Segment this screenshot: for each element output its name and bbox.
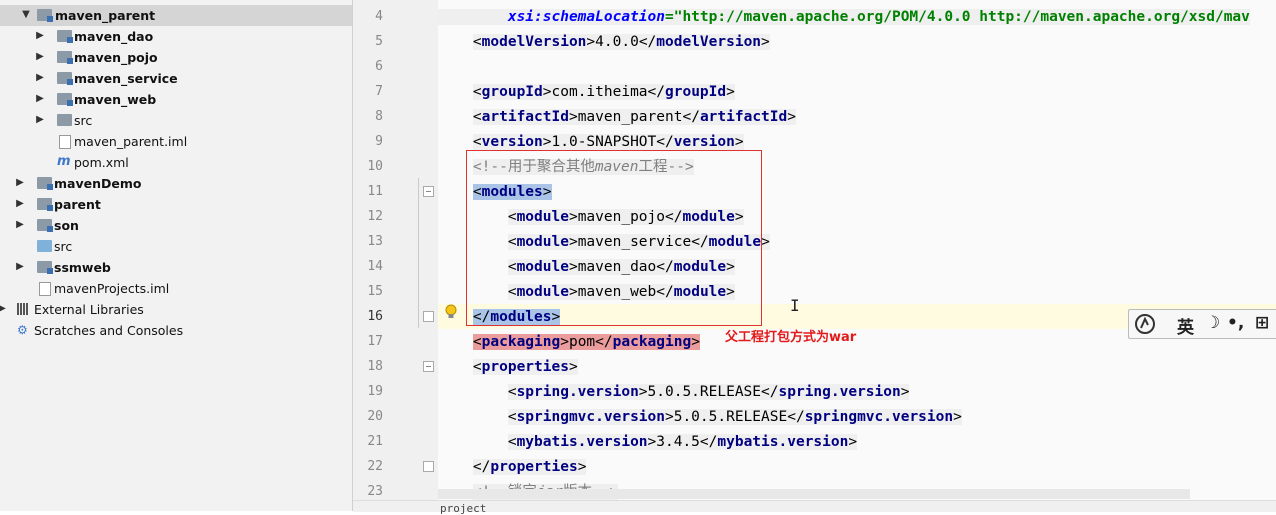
module-folder-icon [57, 30, 73, 43]
tree-item-son[interactable]: ▶ son [0, 215, 352, 236]
fold-marker-icon[interactable] [423, 461, 434, 472]
line-number: 11 [367, 184, 383, 199]
fold-marker-icon[interactable] [423, 361, 434, 372]
code-line-4: xsi:schemaLocation="http://maven.apache.… [438, 6, 1250, 28]
ime-punctuation-icon[interactable]: •, [1227, 313, 1244, 333]
chevron-right-icon[interactable]: ▶ [14, 197, 26, 211]
module-folder-icon [37, 219, 53, 232]
chevron-right-icon[interactable]: ▶ [34, 113, 46, 127]
chevron-right-icon[interactable]: ▶ [34, 29, 46, 43]
text-cursor-icon: I [790, 296, 800, 315]
line-number: 22 [367, 459, 383, 474]
code-line-17: <packaging>pom</packaging> [472, 334, 700, 350]
ime-logo-icon [1135, 314, 1155, 334]
line-number: 12 [367, 209, 383, 224]
horizontal-scrollbar[interactable] [438, 489, 1190, 499]
tree-item-pom-xml[interactable]: m pom.xml [0, 152, 352, 173]
line-number: 20 [367, 409, 383, 424]
project-tree: ▼ maven_parent ▶ maven_dao ▶ maven_pojo … [0, 0, 353, 511]
line-number: 13 [367, 234, 383, 249]
tree-item-external-libraries[interactable]: ▶ External Libraries [0, 299, 352, 320]
line-number: 17 [367, 334, 383, 349]
chevron-right-icon[interactable]: ▶ [34, 71, 46, 85]
chevron-right-icon[interactable]: ▶ [0, 302, 8, 316]
line-number: 15 [367, 284, 383, 299]
ime-language-toggle[interactable]: 英 [1177, 313, 1194, 338]
tree-item-src[interactable]: ▶ src [0, 110, 352, 131]
line-number: 19 [367, 384, 383, 399]
module-folder-icon [57, 72, 73, 85]
line-number: 21 [367, 434, 383, 449]
line-number: 8 [375, 109, 383, 124]
breadcrumb[interactable]: project [440, 502, 486, 515]
module-folder-icon [37, 9, 53, 22]
line-number: 9 [375, 134, 383, 149]
tree-item-maven-parent[interactable]: ▼ maven_parent [0, 5, 352, 26]
fold-marker-icon[interactable] [423, 311, 434, 322]
tree-item-mavendemo[interactable]: ▶ mavenDemo [0, 173, 352, 194]
module-folder-icon [37, 261, 53, 274]
chevron-right-icon[interactable]: ▶ [14, 260, 26, 274]
scratches-icon: ⚙ [17, 323, 28, 337]
indent-guide [418, 178, 419, 328]
tree-item-ssmweb[interactable]: ▶ ssmweb [0, 257, 352, 278]
maven-file-icon: m [57, 154, 71, 169]
tree-item-maven-parent-iml[interactable]: maven_parent.iml [0, 131, 352, 152]
tree-item-maven-web[interactable]: ▶ maven_web [0, 89, 352, 110]
library-icon [17, 303, 32, 315]
chevron-right-icon[interactable]: ▶ [14, 218, 26, 232]
tree-item-maven-service[interactable]: ▶ maven_service [0, 68, 352, 89]
chevron-right-icon[interactable]: ▶ [34, 50, 46, 64]
module-folder-icon [57, 51, 73, 64]
line-number: 7 [375, 84, 383, 99]
iml-file-icon [59, 135, 71, 149]
tree-item-scratches[interactable]: ⚙ Scratches and Consoles [0, 320, 352, 341]
line-number: 5 [375, 34, 383, 49]
code-line-21: <mybatis.version>3.4.5</mybatis.version> [507, 434, 858, 450]
chevron-down-icon[interactable]: ▼ [20, 8, 32, 22]
iml-file-icon [39, 282, 51, 296]
tree-item-maven-dao[interactable]: ▶ maven_dao [0, 26, 352, 47]
tree-item-src-root[interactable]: src [0, 236, 352, 257]
code-line-22: </properties> [472, 459, 587, 475]
annotation-box [466, 150, 762, 326]
line-number: 6 [375, 59, 383, 74]
code-line-19: <spring.version>5.0.5.RELEASE</spring.ve… [507, 384, 910, 400]
ime-extra-icon[interactable]: ⊞ [1255, 313, 1269, 333]
code-line-20: <springmvc.version>5.0.5.RELEASE</spring… [507, 409, 962, 425]
line-number: 10 [367, 159, 383, 174]
code-line-7: <groupId>com.itheima</groupId> [472, 84, 735, 100]
ime-moon-icon[interactable]: ☽ [1205, 313, 1220, 333]
module-folder-icon [57, 93, 73, 106]
tree-item-parent[interactable]: ▶ parent [0, 194, 352, 215]
tree-item-maven-pojo[interactable]: ▶ maven_pojo [0, 47, 352, 68]
chevron-right-icon[interactable]: ▶ [14, 176, 26, 190]
line-number: 4 [375, 9, 383, 24]
source-folder-icon [37, 240, 52, 252]
chevron-right-icon[interactable]: ▶ [34, 92, 46, 106]
line-number: 18 [367, 359, 383, 374]
module-folder-icon [37, 177, 53, 190]
breadcrumb-bar [353, 500, 1276, 512]
line-number: 14 [367, 259, 383, 274]
ime-toolbar[interactable]: 英 ☽ •, ⊞ [1128, 309, 1276, 339]
module-folder-icon [37, 198, 53, 211]
code-line-5: <modelVersion>4.0.0</modelVersion> [472, 34, 770, 50]
folder-icon [57, 114, 72, 126]
fold-marker-icon[interactable] [423, 186, 434, 197]
line-number: 23 [367, 484, 383, 499]
tree-item-mavenprojects-iml[interactable]: mavenProjects.iml [0, 278, 352, 299]
code-line-18: <properties> [472, 359, 578, 375]
line-number: 16 [367, 309, 383, 324]
annotation-text: 父工程打包方式为war [725, 330, 857, 345]
code-line-8: <artifactId>maven_parent</artifactId> [472, 109, 796, 125]
